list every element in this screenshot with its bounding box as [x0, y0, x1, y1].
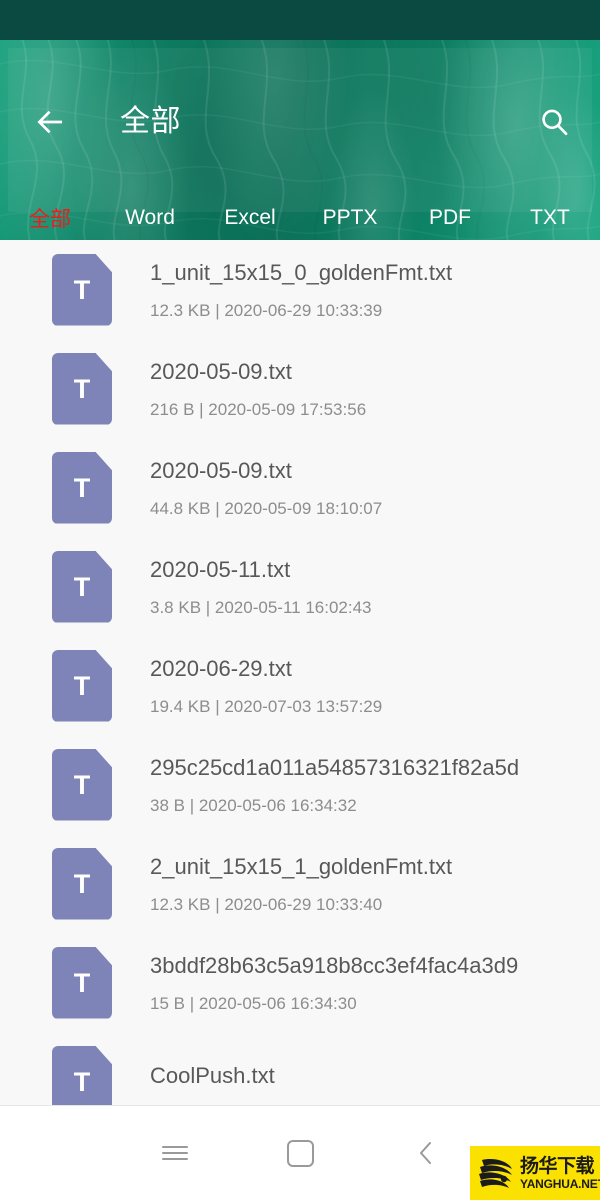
- file-list[interactable]: T 1_unit_15x15_0_goldenFmt.txt 12.3 KB |…: [0, 240, 600, 1106]
- file-list-item[interactable]: T 1_unit_15x15_0_goldenFmt.txt 12.3 KB |…: [0, 240, 600, 339]
- txt-file-icon: T: [52, 451, 112, 524]
- file-icon-letter: T: [73, 770, 91, 800]
- txt-file-icon: T: [52, 550, 112, 623]
- back-button[interactable]: [26, 98, 74, 146]
- watermark-badge: 扬华下载 YANGHUA.NET: [470, 1146, 600, 1200]
- file-name: 2020-06-29.txt: [150, 655, 292, 681]
- tab-all[interactable]: 全部: [0, 190, 100, 240]
- tab-pdf[interactable]: PDF: [400, 190, 500, 240]
- file-meta: 19.4 KB | 2020-07-03 13:57:29: [150, 696, 383, 716]
- file-meta: 15 B | 2020-05-06 16:34:30: [150, 993, 357, 1013]
- file-meta: 3.8 KB | 2020-05-11 16:02:43: [150, 597, 372, 617]
- file-list-item[interactable]: T CoolPush.txt: [0, 1032, 600, 1106]
- txt-file-icon: T: [52, 649, 112, 722]
- txt-file-icon: T: [52, 946, 112, 1019]
- nav-back-button[interactable]: [396, 1129, 456, 1177]
- tab-pptx[interactable]: PPTX: [300, 190, 400, 240]
- file-type-tabs[interactable]: 全部 Word Excel PPTX PDF TXT: [0, 190, 600, 240]
- file-icon-letter: T: [73, 671, 91, 701]
- txt-file-icon: T: [52, 847, 112, 920]
- file-name: 295c25cd1a011a54857316321f82a5d: [150, 754, 520, 780]
- file-meta: 38 B | 2020-05-06 16:34:32: [150, 795, 357, 815]
- file-list-item[interactable]: T 2020-05-09.txt 216 B | 2020-05-09 17:5…: [0, 339, 600, 438]
- hamburger-menu-icon: [162, 1142, 188, 1164]
- file-info: 1_unit_15x15_0_goldenFmt.txt 12.3 KB | 2…: [150, 258, 452, 322]
- nav-home-button[interactable]: [270, 1129, 330, 1177]
- file-list-item[interactable]: T 2020-05-11.txt 3.8 KB | 2020-05-11 16:…: [0, 537, 600, 636]
- txt-file-icon: T: [52, 748, 112, 821]
- file-list-item[interactable]: T 2020-05-09.txt 44.8 KB | 2020-05-09 18…: [0, 438, 600, 537]
- file-icon-letter: T: [73, 968, 91, 998]
- chevron-left-icon: [420, 1142, 431, 1164]
- file-icon-letter: T: [73, 869, 91, 899]
- file-info: 3bddf28b63c5a918b8cc3ef4fac4a3d9 15 B | …: [150, 951, 518, 1015]
- file-icon-letter: T: [73, 374, 91, 404]
- file-info: CoolPush.txt: [150, 1061, 275, 1103]
- watermark-en-label: YANGHUA.NET: [520, 1176, 600, 1191]
- file-meta: 216 B | 2020-05-09 17:53:56: [150, 399, 367, 419]
- file-name: 2020-05-11.txt: [150, 556, 291, 582]
- watermark-cn-label: 扬华下载: [520, 1155, 595, 1177]
- file-icon-letter: T: [73, 1067, 91, 1097]
- file-name: CoolPush.txt: [150, 1062, 275, 1088]
- file-info: 2020-05-11.txt 3.8 KB | 2020-05-11 16:02…: [150, 555, 372, 619]
- file-name: 2020-05-09.txt: [150, 358, 292, 384]
- txt-file-icon: T: [52, 253, 112, 326]
- watermark-text: 扬华下载 YANGHUA.NET: [520, 1156, 600, 1191]
- file-info: 2020-05-09.txt 216 B | 2020-05-09 17:53:…: [150, 357, 366, 421]
- txt-file-icon: T: [52, 1045, 112, 1106]
- txt-file-icon: T: [52, 352, 112, 425]
- status-bar: [0, 0, 600, 40]
- file-list-item[interactable]: T 2020-06-29.txt 19.4 KB | 2020-07-03 13…: [0, 636, 600, 735]
- file-list-item[interactable]: T 295c25cd1a011a54857316321f82a5d 38 B |…: [0, 735, 600, 834]
- file-meta: 44.8 KB | 2020-05-09 18:10:07: [150, 498, 383, 518]
- file-info: 2020-06-29.txt 19.4 KB | 2020-07-03 13:5…: [150, 654, 382, 718]
- file-icon-letter: T: [73, 572, 91, 602]
- file-meta: 12.3 KB | 2020-06-29 10:33:39: [150, 300, 383, 320]
- file-list-item[interactable]: T 2_unit_15x15_1_goldenFmt.txt 12.3 KB |…: [0, 834, 600, 933]
- tab-txt[interactable]: TXT: [500, 190, 600, 240]
- nav-recents-button[interactable]: [145, 1129, 205, 1177]
- arrow-left-icon: [37, 110, 62, 134]
- file-meta: 12.3 KB | 2020-06-29 10:33:40: [150, 894, 383, 914]
- file-info: 2020-05-09.txt 44.8 KB | 2020-05-09 18:1…: [150, 456, 382, 520]
- tab-word[interactable]: Word: [100, 190, 200, 240]
- file-icon-letter: T: [73, 473, 91, 503]
- rounded-square-home-icon: [286, 1139, 314, 1167]
- file-name: 2_unit_15x15_1_goldenFmt.txt: [150, 853, 453, 879]
- file-name: 2020-05-09.txt: [150, 457, 292, 483]
- app-header: 全部 全部 Word Excel PPTX PDF TXT: [0, 40, 600, 240]
- file-name: 3bddf28b63c5a918b8cc3ef4fac4a3d9: [150, 952, 519, 978]
- search-icon: [542, 109, 568, 136]
- watermark-globe-icon: [479, 1159, 512, 1188]
- file-icon-letter: T: [73, 275, 91, 305]
- file-info: 2_unit_15x15_1_goldenFmt.txt 12.3 KB | 2…: [150, 852, 452, 916]
- tab-excel[interactable]: Excel: [200, 190, 300, 240]
- search-button[interactable]: [530, 98, 578, 146]
- file-list-item[interactable]: T 3bddf28b63c5a918b8cc3ef4fac4a3d9 15 B …: [0, 933, 600, 1032]
- file-name: 1_unit_15x15_0_goldenFmt.txt: [150, 259, 453, 285]
- app-root: 全部 全部 Word Excel PPTX PDF TXT T 1_unit_1…: [0, 0, 600, 1200]
- file-info: 295c25cd1a011a54857316321f82a5d 38 B | 2…: [150, 753, 519, 817]
- page-title: 全部: [120, 105, 181, 138]
